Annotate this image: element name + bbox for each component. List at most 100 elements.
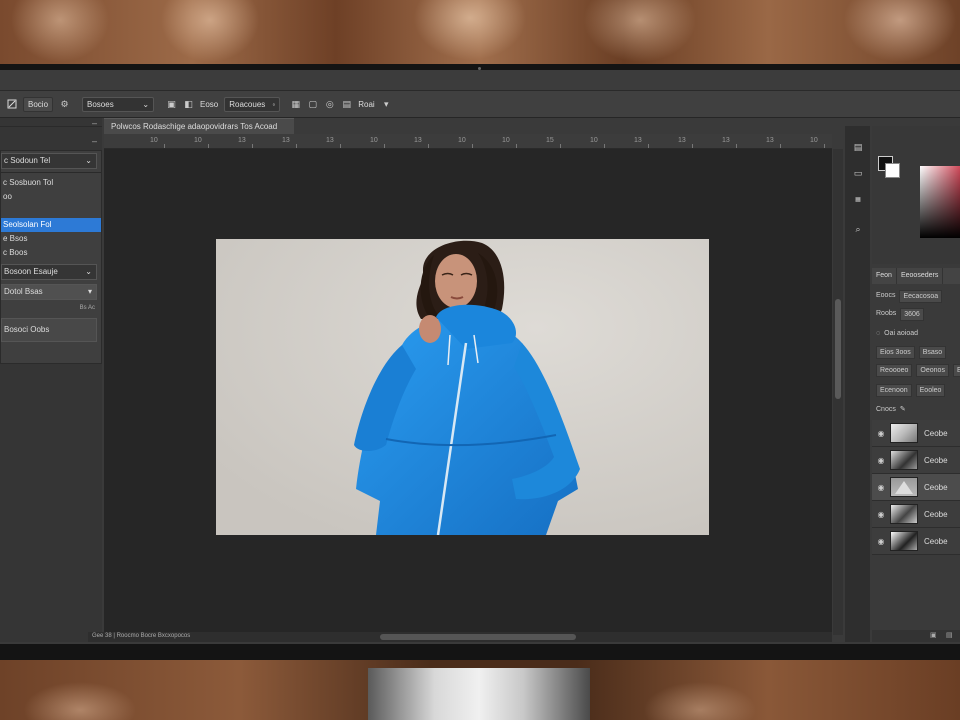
stepper-icon: ◦ — [272, 99, 276, 109]
tool-list-item[interactable]: c Boos — [1, 246, 101, 260]
horizontal-ruler: 10 10 13 13 13 10 13 10 10 15 10 13 13 13 13 10 — [104, 134, 832, 149]
ruler-tick — [472, 144, 473, 148]
panel-tab[interactable]: Eeooseders — [897, 268, 944, 284]
layer-thumbnail — [890, 504, 918, 524]
document-tab[interactable]: Polwcos Rodaschige adaopovidrars Tos Aco… — [104, 118, 294, 134]
right-panel: Feon Eeooseders Eoocs Eecacosoa Roobs 36… — [872, 126, 960, 642]
tool-list-item-selected[interactable]: Seolsolan Fol — [1, 218, 101, 232]
adjust-row-value[interactable]: Ecenoon — [876, 384, 912, 397]
tool-action-button[interactable]: Bosoci Oobs — [1, 318, 97, 342]
panel-tab[interactable]: Feon — [872, 268, 897, 284]
ruler-label: 10 — [150, 137, 158, 144]
ruler-tick — [516, 144, 517, 148]
adjust-row-value[interactable]: Ec — [952, 364, 960, 377]
properties-icon[interactable]: ▭ — [851, 166, 865, 180]
layer-thumbnail — [890, 531, 918, 551]
chevron-down-icon: ⌄ — [85, 156, 92, 165]
delete-layer-icon[interactable]: ▤ — [946, 631, 953, 639]
ruler-tick — [252, 144, 253, 148]
tool-name-button[interactable]: Bocio — [23, 96, 54, 112]
layer-options-icon[interactable]: ✎ — [900, 402, 906, 418]
ruler-label: 13 — [678, 137, 686, 144]
option-field-2[interactable]: Roacoues ◦ — [224, 96, 281, 112]
caret-down-icon: ▾ — [87, 287, 92, 296]
add-selection-icon[interactable]: ▣ — [166, 99, 177, 110]
tool-preset-dropdown[interactable]: c Sodoun Tel ⌄ — [1, 153, 97, 169]
tool-properties-panel: c Sodoun Tel ⌄ c Sosbuon Tol oo Seolsola… — [0, 150, 102, 364]
background-color-swatch[interactable] — [885, 163, 900, 178]
adjust-row-value[interactable]: Eecacosoa — [899, 290, 943, 303]
layers-header: Cnocs ✎ — [872, 402, 960, 418]
option-dropdown-2[interactable]: Dotol Bsas ▾ — [1, 284, 97, 300]
eye-icon[interactable]: ◉ — [872, 537, 890, 546]
adjust-row: Eoocs Eecacosoa — [872, 288, 960, 304]
layer-row[interactable]: ◉ Ceobe — [872, 447, 960, 474]
layer-row[interactable]: ◉ Ceobe — [872, 501, 960, 528]
adjust-row: Roobs 3606 — [872, 306, 960, 322]
ruler-label: 10 — [458, 137, 466, 144]
tool-list-item[interactable]: e Bsos — [1, 232, 101, 246]
background-blur-top — [0, 0, 960, 66]
ruler-label: 10 — [502, 137, 510, 144]
chevron-down-icon: ⌄ — [142, 99, 150, 109]
layer-row-selected[interactable]: ◉ Ceobe — [872, 474, 960, 501]
adjust-row: Eios 3oos Bsaso — [872, 344, 960, 360]
search-icon[interactable]: ⌕ — [851, 222, 865, 236]
adjust-row-value[interactable]: Eooleo — [915, 384, 946, 397]
lasso-icon[interactable] — [6, 99, 17, 110]
layer-name: Ceobe — [924, 482, 948, 492]
eye-icon[interactable]: ◉ — [872, 510, 890, 519]
ruler-tick — [692, 144, 693, 148]
panel-icon-strip: ▤ ▭ ▦ ⌕ — [845, 126, 870, 642]
tool-list-item[interactable] — [1, 204, 101, 218]
caret-down-icon[interactable]: ▾ — [381, 99, 392, 110]
small-label: Bs Ac — [79, 305, 95, 311]
new-layer-icon[interactable]: ▣ — [930, 631, 937, 639]
ruler-label: 15 — [546, 137, 554, 144]
ruler-tick — [296, 144, 297, 148]
tool-list-item[interactable]: oo — [1, 190, 101, 204]
collapse-icon[interactable]: – — [92, 118, 97, 128]
vertical-scrollbar[interactable] — [833, 149, 843, 635]
color-picker-panel — [872, 126, 960, 264]
eye-icon[interactable]: ◉ — [872, 483, 890, 492]
adjust-row-label: Roobs — [876, 310, 897, 317]
refine-icon[interactable]: ◎ — [324, 99, 335, 110]
eye-icon[interactable]: ◉ — [872, 429, 890, 438]
adjust-row[interactable]: ◌ Oai aoioad — [872, 326, 960, 342]
mode-dropdown[interactable]: Bosoes ⌄ — [82, 96, 155, 112]
menu-bar — [0, 70, 960, 91]
canvas-photo[interactable] — [216, 239, 709, 535]
adjust-row-value[interactable]: 3606 — [900, 308, 924, 321]
frame-icon[interactable]: ▢ — [307, 99, 318, 110]
layer-thumbnail — [890, 477, 918, 497]
layer-thumbnail — [890, 423, 918, 443]
color-field[interactable] — [920, 166, 960, 238]
option-field-2-value: Roacoues — [229, 99, 266, 109]
adjust-row-value[interactable]: Eios 3oos — [876, 346, 915, 359]
history-icon[interactable]: ▤ — [851, 140, 865, 154]
adjust-row-value[interactable]: Bsaso — [918, 346, 947, 359]
grid-icon[interactable]: ▦ — [290, 99, 301, 110]
toggle-icon: ◌ — [876, 330, 881, 337]
adjustments-icon[interactable]: ▦ — [851, 192, 865, 206]
settings-icon[interactable]: ⚙ — [59, 99, 70, 110]
layer-row[interactable]: ◉ Ceobe — [872, 528, 960, 555]
status-text: Gee 38 | Roocmo Bocre Bxcxopocos — [92, 633, 191, 639]
eye-icon[interactable]: ◉ — [872, 456, 890, 465]
horizontal-scroll-thumb[interactable] — [380, 634, 576, 640]
option-field-3[interactable]: Roai — [358, 100, 374, 109]
vertical-scroll-thumb[interactable] — [835, 299, 841, 399]
collapse-icon[interactable]: – — [92, 136, 97, 146]
option-dropdown-1[interactable]: Bosoon Esauje ⌄ — [1, 264, 97, 280]
mask-icon[interactable]: ▤ — [341, 99, 352, 110]
adjust-row-value[interactable]: Oeonos — [916, 364, 949, 377]
tool-list-item[interactable]: c Sosbuon Tol — [1, 176, 101, 190]
layer-name: Ceobe — [924, 428, 948, 438]
tool-preset-value: c Sodoun Tel — [4, 156, 51, 165]
subtract-selection-icon[interactable]: ◧ — [183, 99, 194, 110]
layer-row[interactable]: ◉ Ceobe — [872, 420, 960, 447]
options-bar: Bocio ⚙ Bosoes ⌄ ▣ ◧ Eoso Roacoues ◦ ▦ ▢… — [0, 91, 960, 118]
option-field-1[interactable]: Eoso — [200, 100, 218, 109]
adjust-row-value[interactable]: Reoooeo — [876, 364, 913, 377]
